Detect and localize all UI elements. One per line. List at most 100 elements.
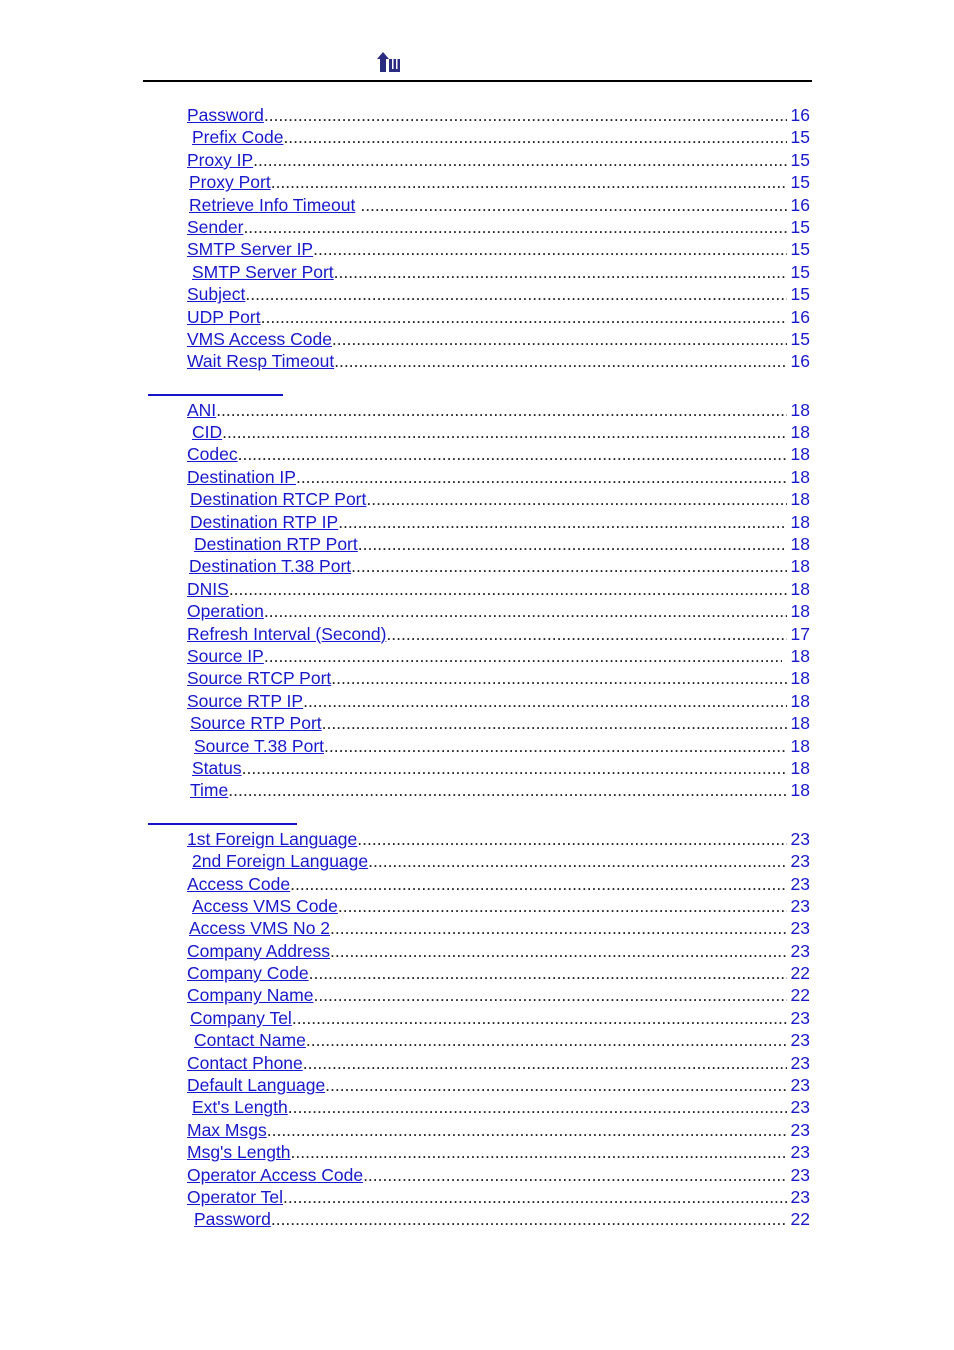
toc-page-number[interactable]: 18	[782, 645, 810, 667]
toc-entry-label[interactable]: Proxy IP	[187, 149, 253, 171]
toc-entry-label[interactable]: UDP Port	[187, 306, 261, 328]
toc-entry-label[interactable]: Operator Access Code	[187, 1164, 363, 1186]
toc-page-number[interactable]: 23	[787, 1186, 810, 1208]
toc-entry[interactable]: Status 18	[0, 757, 954, 779]
toc-entry-label[interactable]: Password	[194, 1208, 271, 1230]
toc-page-number[interactable]: 18	[787, 690, 810, 712]
toc-page-number[interactable]: 18	[787, 421, 810, 443]
toc-entry-label[interactable]: Company Code	[187, 962, 309, 984]
toc-entry-label[interactable]: Source IP	[187, 645, 264, 667]
toc-page-number[interactable]: 23	[787, 895, 810, 917]
toc-page-number[interactable]: 18	[787, 779, 810, 801]
toc-page-number[interactable]: 16	[787, 306, 810, 328]
toc-page-number[interactable]: 23	[787, 1119, 810, 1141]
toc-entry[interactable]: Destination RTCP Port 18	[0, 488, 954, 510]
toc-page-number[interactable]: 15	[787, 126, 810, 148]
toc-entry[interactable]: Proxy IP 15	[0, 149, 954, 171]
toc-page-number[interactable]: 23	[787, 940, 810, 962]
toc-entry[interactable]: Wait Resp Timeout 16	[0, 350, 954, 372]
toc-entry-label[interactable]: Default Language	[187, 1074, 325, 1096]
toc-entry-label[interactable]: Company Address	[187, 940, 330, 962]
toc-page-number[interactable]: 18	[787, 600, 810, 622]
toc-entry[interactable]: Sender 15	[0, 216, 954, 238]
toc-page-number[interactable]: 23	[787, 1007, 810, 1029]
toc-entry[interactable]: Access Code 23	[0, 873, 954, 895]
toc-page-number[interactable]: 18	[787, 555, 810, 577]
toc-page-number[interactable]: 23	[787, 1096, 810, 1118]
toc-entry[interactable]: Prefix Code 15	[0, 126, 954, 148]
toc-entry[interactable]: Access VMS Code 23	[0, 895, 954, 917]
toc-page-number[interactable]: 18	[787, 578, 810, 600]
toc-page-number[interactable]: 22	[787, 1208, 810, 1230]
toc-entry[interactable]: Contact Phone 23	[0, 1052, 954, 1074]
toc-entry-label[interactable]: Contact Name	[194, 1029, 306, 1051]
toc-entry-label[interactable]: ANI	[187, 399, 216, 421]
toc-page-number[interactable]: 15	[787, 216, 810, 238]
toc-entry-label[interactable]: Refresh Interval (Second)	[187, 623, 386, 645]
toc-entry[interactable]: VMS Access Code 15	[0, 328, 954, 350]
toc-entry-label[interactable]: Source RTCP Port	[187, 667, 331, 689]
toc-page-number[interactable]: 23	[787, 1052, 810, 1074]
toc-page-number[interactable]: 23	[787, 1029, 810, 1051]
toc-page-number[interactable]: 22	[787, 962, 810, 984]
toc-entry-label[interactable]: Sender	[187, 216, 243, 238]
toc-entry[interactable]: SMTP Server IP 15	[0, 238, 954, 260]
toc-page-number[interactable]: 16	[787, 104, 810, 126]
toc-entry[interactable]: Retrieve Info Timeout 16	[0, 194, 954, 216]
toc-entry[interactable]: Company Address 23	[0, 940, 954, 962]
toc-entry[interactable]: Refresh Interval (Second) 17	[0, 623, 954, 645]
toc-entry[interactable]: CID 18	[0, 421, 954, 443]
toc-entry[interactable]: Destination IP 18	[0, 466, 954, 488]
toc-page-number[interactable]: 23	[787, 828, 810, 850]
toc-entry[interactable]: Password 22	[0, 1208, 954, 1230]
toc-entry[interactable]: Source RTP Port 18	[0, 712, 954, 734]
toc-entry-label[interactable]: Access Code	[187, 873, 290, 895]
toc-page-number[interactable]: 15	[787, 171, 810, 193]
toc-entry[interactable]: Password 16	[0, 104, 954, 126]
toc-entry-label[interactable]: CID	[192, 421, 222, 443]
toc-entry-label[interactable]: Msg's Length	[187, 1141, 291, 1163]
toc-entry[interactable]: Destination RTP Port 18	[0, 533, 954, 555]
toc-entry-label[interactable]: Contact Phone	[187, 1052, 303, 1074]
toc-entry-label[interactable]: Source T.38 Port	[194, 735, 324, 757]
toc-entry-label[interactable]: DNIS	[187, 578, 229, 600]
toc-entry[interactable]: UDP Port 16	[0, 306, 954, 328]
toc-page-number[interactable]: 16	[787, 194, 810, 216]
toc-page-number[interactable]: 18	[787, 533, 810, 555]
toc-entry[interactable]: 2nd Foreign Language 23	[0, 850, 954, 872]
toc-entry[interactable]: Max Msgs 23	[0, 1119, 954, 1141]
toc-entry[interactable]: Operator Access Code 23	[0, 1164, 954, 1186]
toc-entry[interactable]: Time 18	[0, 779, 954, 801]
toc-page-number[interactable]: 15	[787, 283, 810, 305]
toc-page-number[interactable]: 18	[787, 399, 810, 421]
toc-page-number[interactable]: 15	[787, 149, 810, 171]
toc-page-number[interactable]: 23	[787, 873, 810, 895]
toc-page-number[interactable]: 18	[787, 488, 810, 510]
toc-entry-label[interactable]: Status	[192, 757, 242, 779]
toc-page-number[interactable]: 15	[787, 261, 810, 283]
toc-entry[interactable]: Source T.38 Port 18	[0, 735, 954, 757]
toc-entry[interactable]: Operator Tel 23	[0, 1186, 954, 1208]
toc-entry[interactable]: Ext's Length 23	[0, 1096, 954, 1118]
toc-page-number[interactable]: 23	[787, 1164, 810, 1186]
toc-page-number[interactable]: 22	[787, 984, 810, 1006]
toc-entry-label[interactable]: Company Name	[187, 984, 313, 1006]
toc-page-number[interactable]: 18	[787, 511, 810, 533]
toc-entry-label[interactable]: Ext's Length	[192, 1096, 288, 1118]
toc-entry-label[interactable]: SMTP Server Port	[192, 261, 334, 283]
toc-page-number[interactable]: 23	[787, 1141, 810, 1163]
toc-entry[interactable]: Access VMS No 2 23	[0, 917, 954, 939]
toc-page-number[interactable]: 18	[787, 712, 810, 734]
toc-entry-label[interactable]: Codec	[187, 443, 238, 465]
toc-entry-label[interactable]: Operation	[187, 600, 264, 622]
toc-entry-label[interactable]: Prefix Code	[192, 126, 283, 148]
toc-entry-label[interactable]: Password	[187, 104, 264, 126]
toc-entry-label[interactable]: Access VMS Code	[192, 895, 338, 917]
toc-entry[interactable]: Source IP 18	[0, 645, 954, 667]
toc-entry-label[interactable]: Max Msgs	[187, 1119, 267, 1141]
toc-entry[interactable]: Operation 18	[0, 600, 954, 622]
toc-page-number[interactable]: 17	[787, 623, 810, 645]
toc-entry-label[interactable]: Access VMS No 2	[189, 917, 330, 939]
toc-page-number[interactable]: 23	[787, 850, 810, 872]
toc-entry-label[interactable]: Destination RTCP Port	[190, 488, 366, 510]
